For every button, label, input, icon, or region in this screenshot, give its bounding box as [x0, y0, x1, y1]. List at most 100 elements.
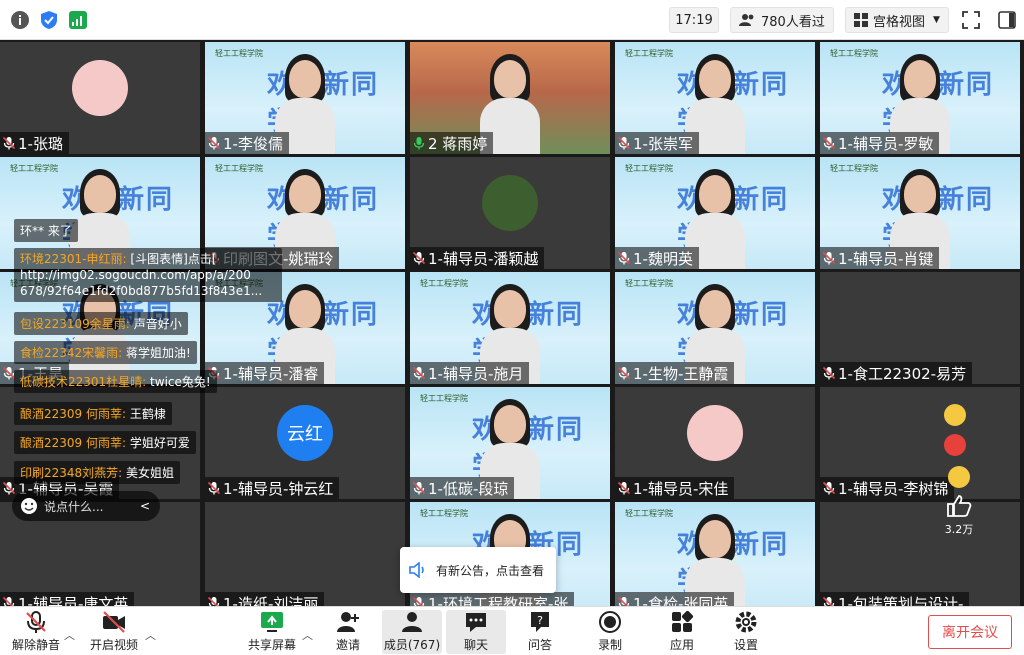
fullscreen-icon[interactable]	[960, 9, 982, 31]
video-tile[interactable]: 云红 1-辅导员-钟云红	[205, 387, 405, 499]
school-logo: 轻工工程学院	[420, 279, 468, 288]
emoji-icon[interactable]	[20, 497, 38, 515]
school-logo: 轻工工程学院	[420, 509, 468, 518]
chevron-down-icon: ▼	[933, 15, 940, 25]
emoji-reaction-icon	[948, 466, 970, 488]
avatar: 云红	[277, 405, 333, 461]
school-logo: 轻工工程学院	[420, 394, 468, 403]
mic-muted-icon	[822, 596, 835, 606]
unmute-button[interactable]: 解除静音	[6, 610, 66, 654]
speaker-icon	[409, 562, 424, 578]
participant-name: 1-辅导员-潘颖越	[428, 249, 539, 268]
mic-muted-icon	[617, 136, 631, 150]
participant-name: 1-食工22302-易芳	[838, 364, 967, 383]
chat-input[interactable]: 说点什么... <	[12, 491, 160, 521]
apps-label: 应用	[669, 638, 694, 652]
chat-message: 包设223109余星雨: 声音好小	[14, 312, 188, 335]
notice-popup[interactable]: 有新公告，点击查看	[400, 547, 556, 593]
apps-button[interactable]: 应用	[652, 610, 712, 654]
school-logo: 轻工工程学院	[10, 164, 58, 173]
video-tile[interactable]: 1-食工22302-易芳	[820, 272, 1020, 384]
sidebar-icon[interactable]	[996, 9, 1018, 31]
video-tile[interactable]: 轻工工程学院欢迎新同学1-辅导员-罗敏	[820, 42, 1020, 154]
video-tile[interactable]: 轻工工程学院欢迎新同学1-张崇军	[615, 42, 815, 154]
video-tile[interactable]: 1-造纸-刘洁丽	[205, 502, 405, 606]
signal-icon[interactable]	[67, 9, 89, 31]
chevron-up-icon[interactable]: ︿	[145, 627, 156, 643]
participant-name: 1-张璐	[18, 134, 63, 153]
video-tile[interactable]: 2 蒋雨婷	[410, 42, 610, 154]
viewers-icon	[739, 14, 754, 26]
participant-name: 1-低碳-段琼	[428, 479, 509, 498]
school-logo: 轻工工程学院	[830, 49, 878, 58]
video-tile[interactable]: 1-张璐	[0, 42, 200, 154]
participant-name: 1-辅导员-施月	[428, 364, 524, 383]
video-tile[interactable]: 轻工工程学院欢迎新同学1-辅导员-施月	[410, 272, 610, 384]
record-icon	[599, 611, 621, 633]
share-screen-button[interactable]: 共享屏幕	[242, 610, 302, 654]
chat-button[interactable]: 聊天	[446, 610, 506, 654]
leave-meeting-button[interactable]: 离开会议	[928, 615, 1012, 649]
participant-name-bar: 1-李俊儒	[205, 132, 289, 154]
share-screen-label: 共享屏幕	[247, 638, 296, 652]
participant-name: 1-辅导员-肖键	[838, 249, 934, 268]
mic-muted-icon	[822, 481, 836, 495]
record-button[interactable]: 录制	[580, 610, 640, 654]
invite-button[interactable]: 邀请	[318, 610, 378, 654]
video-tile[interactable]: 1-包装策划与设计-	[820, 502, 1020, 606]
video-tile[interactable]: 轻工工程学院欢迎新同学1-生物-王静霞	[615, 272, 815, 384]
video-tile[interactable]: 轻工工程学院欢迎新同学1-低碳-段琼	[410, 387, 610, 499]
like-button[interactable]: 3.2万	[944, 494, 974, 538]
chevron-up-icon[interactable]: ︿	[302, 627, 313, 643]
viewers-count: 780人看过	[761, 14, 825, 30]
participant-name: 1-造纸-刘洁丽	[223, 594, 319, 607]
participant-name-bar: 1-低碳-段琼	[410, 477, 515, 499]
view-mode-dropdown[interactable]: 宫格视图 ▼	[845, 7, 949, 33]
info-icon[interactable]	[9, 9, 31, 31]
mic-muted-icon	[822, 366, 836, 380]
video-tile[interactable]: 轻工工程学院欢迎新同学1-李俊儒	[205, 42, 405, 154]
video-tile[interactable]: 轻工工程学院欢迎新同学1-魏明英	[615, 157, 815, 269]
meeting-time: 17:19	[669, 7, 719, 33]
unmute-label: 解除静音	[11, 638, 60, 652]
participant-name: 1-魏明英	[633, 249, 693, 268]
settings-button[interactable]: 设置	[716, 610, 776, 654]
start-video-button[interactable]: 开启视频	[82, 610, 146, 654]
participant-name-bar: 1-辅导员-钟云红	[205, 477, 340, 499]
mic-muted-icon	[822, 251, 836, 265]
participant-name-bar: 1-辅导员-肖键	[820, 247, 940, 269]
emoji-reaction-icon	[944, 404, 966, 426]
participant-name-bar: 1-辅导员-李树锦	[820, 477, 955, 499]
mic-muted-icon	[617, 366, 631, 380]
camera-off-icon	[103, 611, 125, 633]
qa-icon: ?	[531, 612, 549, 632]
start-video-label: 开启视频	[89, 638, 138, 652]
video-tile[interactable]: 1-辅导员-李树锦	[820, 387, 1020, 499]
school-logo: 轻工工程学院	[625, 164, 673, 173]
video-tile[interactable]: 1-辅导员-潘颖越	[410, 157, 610, 269]
qa-button[interactable]: ? 问答	[510, 610, 570, 654]
participant-name: 1-辅导员-钟云红	[223, 479, 334, 498]
participant-name: 1-辅导员-唐文英	[18, 594, 129, 607]
video-tile[interactable]: 1-辅导员-宋佳	[615, 387, 815, 499]
video-tile[interactable]: 轻工工程学院欢迎新同学1-辅导员-肖键	[820, 157, 1020, 269]
shield-icon[interactable]	[38, 9, 60, 31]
viewers-button[interactable]: 780人看过	[730, 7, 834, 33]
mic-muted-icon	[2, 596, 15, 606]
video-tile[interactable]: 轻工工程学院欢迎新同学1-食检-张同英	[615, 502, 815, 606]
chat-message: 印刷22348刘燕芳: 美女姐姐	[14, 461, 181, 484]
chat-message: 食检22342宋馨雨: 蒋学姐加油!	[14, 341, 197, 364]
participant-name-bar: 1-魏明英	[615, 247, 699, 269]
school-logo: 轻工工程学院	[215, 49, 263, 58]
members-button[interactable]: 成员(767)	[382, 610, 442, 654]
participant-name-bar: 1-环境工程教研室-张	[410, 592, 575, 606]
participant-name-bar: 2 蒋雨婷	[410, 132, 494, 154]
view-mode-label: 宫格视图	[873, 14, 926, 30]
mic-muted-icon	[207, 481, 221, 495]
chevron-left-icon[interactable]: <	[140, 499, 150, 513]
chevron-up-icon[interactable]: ︿	[64, 627, 75, 643]
chat-input-placeholder: 说点什么...	[44, 499, 104, 514]
invite-label: 邀请	[335, 638, 360, 652]
participant-name-bar: 1-辅导员-罗敏	[820, 132, 940, 154]
mic-muted-icon	[412, 481, 426, 495]
